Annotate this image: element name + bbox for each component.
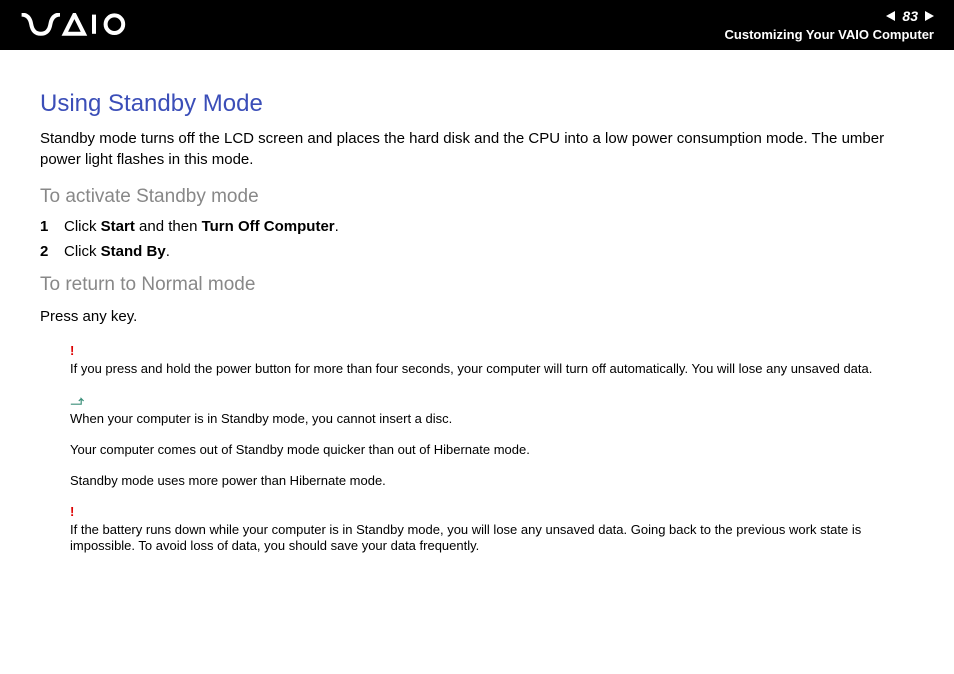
note-plain: Your computer comes out of Standby mode … <box>70 442 924 459</box>
step-number: 1 <box>40 218 64 235</box>
return-heading: To return to Normal mode <box>40 274 924 296</box>
nav-prev-icon[interactable] <box>886 11 895 21</box>
info-icon <box>70 392 924 410</box>
step-row: 2 Click Stand By. <box>40 243 924 260</box>
step-row: 1 Click Start and then Turn Off Computer… <box>40 218 924 235</box>
header-bar: 83 Customizing Your VAIO Computer <box>0 0 954 50</box>
notes: ! If you press and hold the power button… <box>70 343 924 555</box>
header-right: 83 Customizing Your VAIO Computer <box>725 8 934 42</box>
warning-icon: ! <box>70 343 924 360</box>
step-text: Click Start and then Turn Off Computer. <box>64 218 924 235</box>
note-text: If the battery runs down while your comp… <box>70 522 861 554</box>
note-text: If you press and hold the power button f… <box>70 361 872 376</box>
warning-icon: ! <box>70 504 924 521</box>
return-text: Press any key. <box>40 306 924 327</box>
activate-steps: 1 Click Start and then Turn Off Computer… <box>40 218 924 260</box>
note-text: Your computer comes out of Standby mode … <box>70 442 530 457</box>
note-text: Standby mode uses more power than Hibern… <box>70 473 386 488</box>
vaio-logo <box>20 0 148 50</box>
note-warning: ! If you press and hold the power button… <box>70 343 924 378</box>
note-info: When your computer is in Standby mode, y… <box>70 392 924 428</box>
note-plain: Standby mode uses more power than Hibern… <box>70 473 924 490</box>
step-text: Click Stand By. <box>64 243 924 260</box>
step-number: 2 <box>40 243 64 260</box>
intro-text: Standby mode turns off the LCD screen an… <box>40 128 924 170</box>
section-title: Customizing Your VAIO Computer <box>725 27 934 43</box>
nav-next-icon[interactable] <box>925 11 934 21</box>
page-nav: 83 <box>725 8 934 25</box>
activate-heading: To activate Standby mode <box>40 186 924 208</box>
page-title: Using Standby Mode <box>40 90 924 118</box>
note-warning: ! If the battery runs down while your co… <box>70 504 924 556</box>
content: Using Standby Mode Standby mode turns of… <box>0 50 954 589</box>
page-number: 83 <box>902 8 918 25</box>
note-text: When your computer is in Standby mode, y… <box>70 411 452 426</box>
